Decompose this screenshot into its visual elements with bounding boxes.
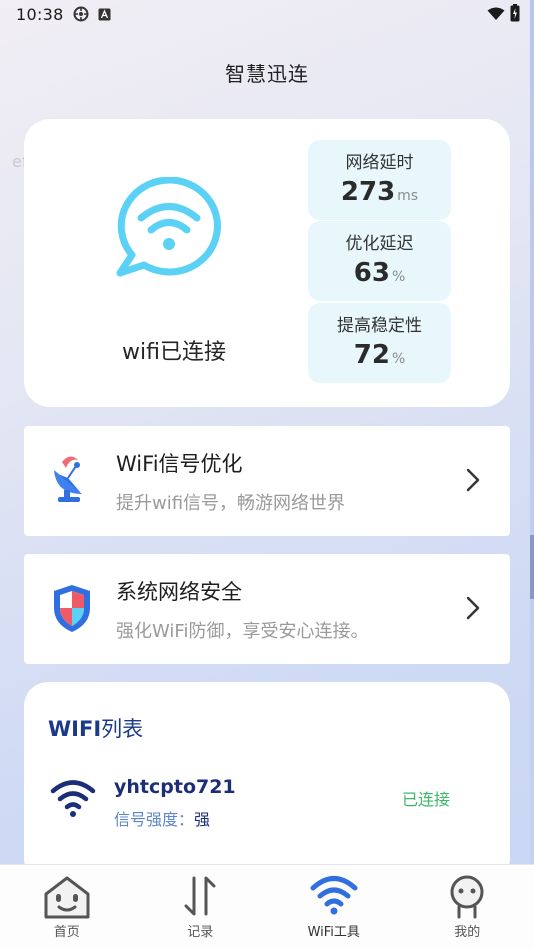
chevron-right-icon [466, 596, 480, 624]
tab-records[interactable]: 记录 [134, 865, 268, 950]
chevron-right-icon [466, 468, 480, 496]
battery-icon [510, 4, 520, 26]
page-title: 智慧迅连 [225, 62, 309, 86]
shield-icon [50, 582, 94, 638]
menu-item-title: 系统网络安全 [116, 580, 242, 604]
wifi-connected-status: 已连接 [402, 790, 451, 809]
wifi-list-title-latin: WIFI [48, 717, 102, 741]
connection-status-card: wifi已连接 网络延时 273 ms 优化延迟 63% 提高稳定性 72% [24, 119, 510, 407]
profile-icon [447, 874, 487, 924]
strength-label: 信号强度： [114, 810, 195, 829]
tab-label: WiFi工具 [307, 925, 360, 940]
stat-value: 273 [340, 177, 396, 207]
stat-label: 网络延时 [345, 153, 414, 173]
stat-value: 72 [353, 340, 390, 370]
wifi-bubble-icon [114, 176, 224, 281]
stat-unit: % [391, 269, 406, 285]
connection-status-label: wifi已连接 [122, 340, 226, 365]
stat-label: 提高稳定性 [337, 316, 422, 336]
stat-latency: 网络延时 273 ms [308, 140, 451, 220]
settings-gear-icon [73, 6, 89, 22]
wifi-network-icon [50, 778, 96, 822]
wifi-list-card: WIFI列表 yhtcpto721 信号强度：强 已连接 [24, 682, 510, 882]
menu-item-subtitle: 提升wifi信号，畅游网络世界 [116, 493, 346, 514]
strength-value: 强 [194, 810, 211, 829]
menu-item-subtitle: 强化WiFi防御，享受安心连接。 [116, 621, 369, 642]
tab-home[interactable]: 首页 [0, 865, 134, 950]
wifi-list-title-cn: 列表 [101, 717, 144, 741]
wifi-tool-icon [310, 874, 358, 920]
wifi-list-title: WIFI列表 [48, 713, 143, 743]
wifi-ssid[interactable]: yhtcpto721 [114, 776, 236, 798]
wifi-signal-icon [487, 6, 505, 25]
stat-unit: % [391, 351, 406, 367]
status-time: 10:38 [16, 4, 64, 24]
tab-label: 首页 [53, 925, 80, 940]
tab-profile[interactable]: 我的 [401, 865, 534, 950]
menu-item-title: WiFi信号优化 [116, 452, 243, 476]
scroll-edge [530, 0, 534, 950]
stat-optimized-latency: 优化延迟 63% [308, 221, 451, 301]
wifi-signal-optimize-item[interactable]: WiFi信号优化 提升wifi信号，畅游网络世界 [24, 426, 510, 536]
wifi-signal-strength: 信号强度：强 [114, 806, 210, 830]
stat-value: 63 [353, 258, 390, 288]
tab-label: 记录 [187, 925, 214, 940]
tab-label: 我的 [454, 925, 481, 940]
stat-unit: ms [397, 188, 419, 204]
stat-label: 优化延迟 [345, 234, 414, 254]
home-face-icon [42, 874, 92, 924]
status-bar: 10:38 [0, 0, 534, 28]
stat-stability: 提高稳定性 72% [308, 303, 451, 383]
satellite-dish-icon [50, 454, 94, 508]
a-notification-icon [98, 8, 111, 21]
network-security-item[interactable]: 系统网络安全 强化WiFi防御，享受安心连接。 [24, 554, 510, 664]
tab-wifi-tools[interactable]: WiFi工具 [267, 865, 401, 950]
scrollbar-thumb[interactable] [530, 535, 534, 599]
sort-arrows-icon [180, 874, 220, 922]
bottom-tab-bar: 首页 记录 WiFi工具 我的 [0, 864, 534, 950]
